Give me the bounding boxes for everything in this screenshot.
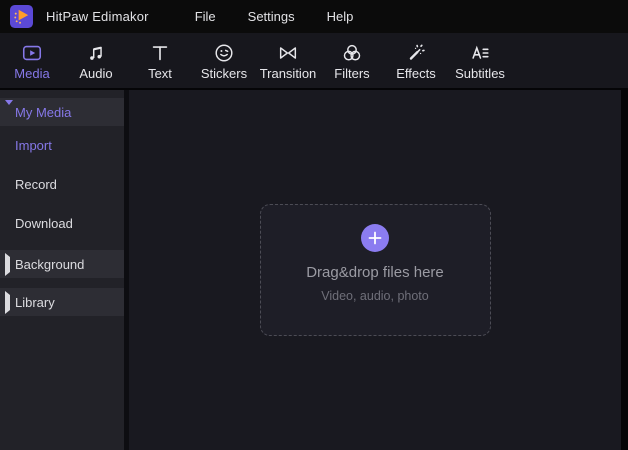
sidebar-section-label: Background bbox=[15, 257, 84, 272]
stickers-icon bbox=[213, 42, 235, 64]
menubar: HitPaw Edimakor File Settings Help bbox=[0, 0, 628, 33]
menu-settings[interactable]: Settings bbox=[232, 2, 311, 31]
sidebar-item-record[interactable]: Record bbox=[0, 165, 124, 204]
tab-transition-label: Transition bbox=[260, 66, 317, 81]
menu-list: File Settings Help bbox=[179, 2, 370, 31]
tab-effects-label: Effects bbox=[396, 66, 436, 81]
dropzone[interactable]: Drag&drop files here Video, audio, photo bbox=[260, 204, 491, 336]
menu-help[interactable]: Help bbox=[311, 2, 370, 31]
sidebar-section-label: My Media bbox=[15, 105, 71, 120]
subtitles-icon bbox=[469, 42, 491, 64]
collapse-arrow-icon bbox=[5, 105, 15, 120]
filters-icon bbox=[341, 42, 363, 64]
app-title: HitPaw Edimakor bbox=[46, 9, 149, 24]
tab-media[interactable]: Media bbox=[0, 34, 64, 88]
sidebar-section-label: Library bbox=[15, 295, 55, 310]
tab-audio-label: Audio bbox=[79, 66, 112, 81]
tab-text-label: Text bbox=[148, 66, 172, 81]
media-icon bbox=[21, 42, 43, 64]
tab-text[interactable]: Text bbox=[128, 34, 192, 88]
dropzone-subtitle: Video, audio, photo bbox=[321, 289, 429, 303]
expand-arrow-icon bbox=[5, 295, 15, 310]
tab-filters[interactable]: Filters bbox=[320, 34, 384, 88]
tab-subtitles[interactable]: Subtitles bbox=[448, 34, 512, 88]
tab-effects[interactable]: Effects bbox=[384, 34, 448, 88]
tab-media-label: Media bbox=[14, 66, 49, 81]
app-window: HitPaw Edimakor File Settings Help Media bbox=[0, 0, 628, 450]
tab-filters-label: Filters bbox=[334, 66, 369, 81]
sidebar-section-my-media[interactable]: My Media bbox=[0, 98, 124, 126]
dropzone-title: Drag&drop files here bbox=[306, 264, 444, 281]
sidebar-section-library[interactable]: Library bbox=[0, 288, 124, 316]
transition-icon bbox=[277, 42, 299, 64]
menu-file[interactable]: File bbox=[179, 2, 232, 31]
media-panel: Drag&drop files here Video, audio, photo bbox=[129, 90, 628, 450]
audio-icon bbox=[85, 42, 107, 64]
sidebar-item-import[interactable]: Import bbox=[0, 126, 124, 165]
tab-subtitles-label: Subtitles bbox=[455, 66, 505, 81]
tab-audio[interactable]: Audio bbox=[64, 34, 128, 88]
sidebar-item-download[interactable]: Download bbox=[0, 204, 124, 243]
expand-arrow-icon bbox=[5, 257, 15, 272]
sidebar-section-background[interactable]: Background bbox=[0, 250, 124, 278]
sidebar: My Media Import Record Download Backgrou… bbox=[0, 90, 124, 450]
app-logo-icon bbox=[10, 5, 33, 28]
plus-icon[interactable] bbox=[361, 224, 389, 252]
tab-stickers-label: Stickers bbox=[201, 66, 247, 81]
toolbar: Media Audio Text bbox=[0, 33, 628, 90]
content-area: My Media Import Record Download Backgrou… bbox=[0, 90, 628, 450]
text-icon bbox=[149, 42, 171, 64]
effects-icon bbox=[405, 42, 427, 64]
tab-stickers[interactable]: Stickers bbox=[192, 34, 256, 88]
tab-transition[interactable]: Transition bbox=[256, 34, 320, 88]
